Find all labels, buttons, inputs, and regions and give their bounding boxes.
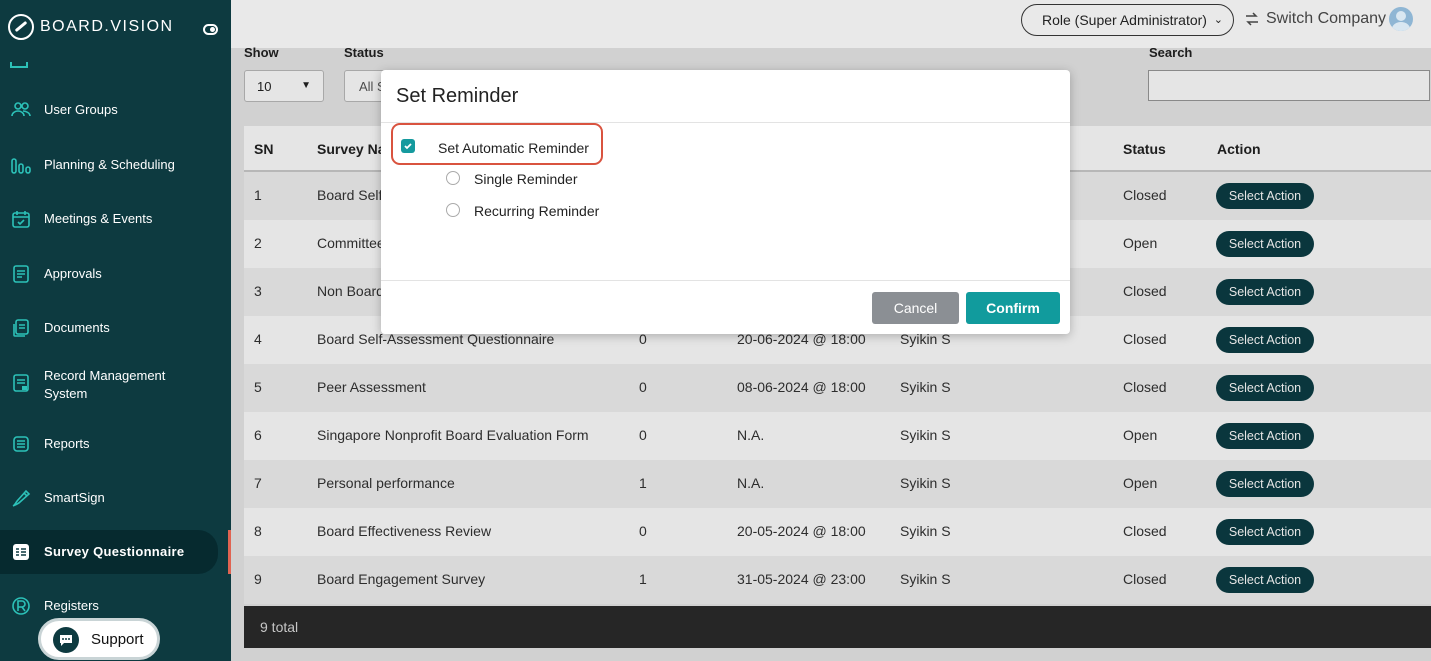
logo-icon bbox=[8, 14, 34, 40]
support-label: Support bbox=[91, 631, 144, 648]
sidebar-item-approvals[interactable]: Approvals bbox=[0, 264, 218, 284]
document-list-icon bbox=[10, 263, 32, 285]
sidebar-toggle-icon[interactable] bbox=[203, 24, 218, 35]
single-reminder-label[interactable]: Single Reminder bbox=[474, 171, 578, 187]
sidebar-item-label: Record Management System bbox=[44, 368, 166, 401]
check-icon bbox=[404, 143, 412, 150]
documents-icon bbox=[10, 317, 32, 339]
calendar-check-icon bbox=[10, 208, 32, 230]
sidebar-item-survey-questionnaire[interactable]: Survey Questionnaire bbox=[0, 530, 218, 574]
sidebar-item-smartsign[interactable]: SmartSign bbox=[0, 488, 218, 508]
report-icon bbox=[10, 433, 32, 455]
sidebar-item-planning[interactable]: Planning & Scheduling bbox=[0, 155, 218, 175]
users-icon bbox=[10, 99, 32, 121]
role-label: Role (Super Administrator) bbox=[1042, 12, 1207, 28]
sidebar: BOARD.VISION User Groups Planning & Sche… bbox=[0, 0, 231, 661]
record-icon bbox=[10, 372, 32, 394]
sidebar-item-label: Meetings & Events bbox=[44, 211, 153, 226]
sidebar-item-reports[interactable]: Reports bbox=[0, 434, 218, 454]
sidebar-item-label: User Groups bbox=[44, 102, 118, 117]
sidebar-item-label: Registers bbox=[44, 598, 99, 613]
single-reminder-radio[interactable] bbox=[446, 171, 460, 185]
sidebar-item-label: Survey Questionnaire bbox=[44, 544, 185, 559]
chevron-down-icon: ⌄ bbox=[1213, 14, 1223, 26]
auto-reminder-label[interactable]: Set Automatic Reminder bbox=[438, 140, 589, 156]
switch-company-button[interactable]: Switch Company bbox=[1244, 10, 1386, 28]
sidebar-item-label: Documents bbox=[44, 320, 110, 335]
switch-company-label: Switch Company bbox=[1266, 10, 1387, 27]
divider bbox=[381, 280, 1070, 281]
recurring-reminder-label[interactable]: Recurring Reminder bbox=[474, 203, 599, 219]
recurring-reminder-radio[interactable] bbox=[446, 203, 460, 217]
survey-icon bbox=[10, 541, 32, 563]
sidebar-item-label: SmartSign bbox=[44, 490, 105, 505]
pen-icon bbox=[10, 487, 32, 509]
auto-reminder-checkbox[interactable] bbox=[401, 139, 415, 153]
sidebar-item-user-groups[interactable]: User Groups bbox=[0, 100, 218, 120]
registered-icon bbox=[10, 595, 32, 617]
sidebar-item-meetings[interactable]: Meetings & Events bbox=[0, 209, 218, 229]
cancel-button[interactable]: Cancel bbox=[872, 292, 959, 324]
brand-logo[interactable]: BOARD.VISION bbox=[8, 14, 174, 40]
sidebar-item-label: Planning & Scheduling bbox=[44, 157, 175, 172]
bar-chart-icon bbox=[10, 154, 32, 176]
avatar[interactable] bbox=[1389, 7, 1413, 31]
sidebar-item-label: Approvals bbox=[44, 266, 102, 281]
confirm-button[interactable]: Confirm bbox=[966, 292, 1060, 324]
sidebar-item-registers[interactable]: Registers bbox=[0, 596, 218, 616]
chat-icon bbox=[53, 627, 79, 653]
brand-name: BOARD.VISION bbox=[40, 18, 174, 35]
sidebar-item-documents[interactable]: Documents bbox=[0, 318, 218, 338]
top-bar: Role (Super Administrator) ⌄ Switch Comp… bbox=[231, 0, 1431, 48]
sidebar-item-label: Reports bbox=[44, 436, 90, 451]
set-reminder-modal: Set Reminder Set Automatic Reminder Sing… bbox=[381, 70, 1070, 334]
support-button[interactable]: Support bbox=[38, 618, 160, 660]
modal-title: Set Reminder bbox=[396, 85, 519, 107]
sidebar-item-record-management[interactable]: Record Management System bbox=[0, 367, 218, 405]
role-dropdown[interactable]: Role (Super Administrator) ⌄ bbox=[1021, 4, 1234, 36]
switch-icon bbox=[1246, 12, 1258, 26]
sidebar-scroll-indicator bbox=[10, 62, 28, 68]
